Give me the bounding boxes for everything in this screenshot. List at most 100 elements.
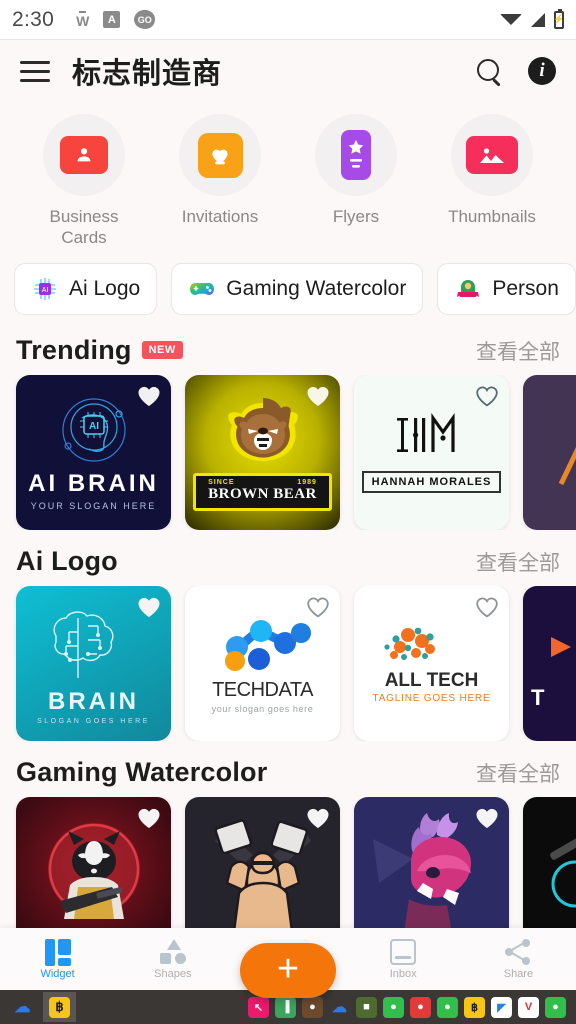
favorite-icon[interactable] (306, 385, 330, 407)
thumbnail-image-icon (466, 136, 518, 174)
nav-item-shapes[interactable]: Shapes (115, 928, 230, 990)
search-icon[interactable] (476, 58, 502, 84)
red-circle-icon[interactable]: ● (410, 996, 431, 1018)
tray-glyph: ◤ (497, 1001, 506, 1014)
section-header: Ai Logo 查看全部 (0, 532, 576, 586)
template-card-ai-brain[interactable]: AI AI BRAIN YOUR SLOGAN HERE (16, 374, 171, 530)
tray-glyph: ● (417, 1001, 424, 1013)
svg-text:AI: AI (42, 287, 49, 294)
flyer-star-icon (341, 130, 371, 180)
cloud-icon[interactable]: ☁ (329, 997, 350, 1018)
card-row-trending[interactable]: AI AI BRAIN YOUR SLOGAN HERE SINCE 1989 … (0, 374, 576, 530)
template-card-brown-bear[interactable]: SINCE 1989 BROWN BEAR (185, 374, 340, 530)
pink-app-icon[interactable]: ↖ (248, 996, 269, 1018)
nav-label: Inbox (389, 967, 417, 980)
ai-chip-icon: AI (31, 275, 59, 303)
hamburger-menu-icon[interactable] (20, 60, 50, 82)
tray-glyph: ■ (363, 1001, 370, 1013)
favorite-icon[interactable] (475, 807, 499, 829)
template-card-ai-logo-4[interactable]: T (523, 585, 576, 741)
card-title-strong: TECH (212, 678, 265, 701)
template-card-all-tech[interactable]: ALL TECH TAGLINE GOES HERE (354, 585, 509, 741)
taskbar-item-yellow-app[interactable]: ฿ (43, 992, 76, 1022)
battery-charging-icon: ⚡ (553, 8, 565, 29)
category-business-cards[interactable]: Business Cards (16, 114, 152, 249)
yellow-app-icon[interactable]: ฿ (464, 996, 485, 1018)
category-shortcuts: Business Cards Invitations Flyers Thumbn… (0, 102, 576, 253)
chip-label: Gaming Watercolor (226, 276, 407, 300)
app-yellow-icon: ฿ (49, 996, 70, 1018)
see-all-link-trending[interactable]: 查看全部 (476, 336, 560, 366)
section-title: Ai Logo (16, 545, 118, 576)
nav-item-share[interactable]: Share (461, 928, 576, 990)
category-icon-wrap (315, 114, 397, 196)
favorite-icon[interactable] (475, 385, 499, 407)
category-thumbnails[interactable]: Thumbnails (424, 114, 560, 249)
favorite-icon[interactable] (137, 385, 161, 407)
red-v-icon[interactable]: V (518, 996, 539, 1018)
card-slogan: TAGLINE GOES HERE (372, 692, 491, 704)
wifi-icon (500, 14, 522, 25)
green-grid-icon[interactable]: ▐ (275, 996, 296, 1018)
favorite-icon[interactable] (137, 596, 161, 618)
add-button[interactable]: + (240, 943, 336, 998)
app-bar: 标志制造商 i (0, 40, 576, 102)
template-card-techdata[interactable]: TECHDATA your slogan goes here (185, 585, 340, 741)
category-label: Business Cards (49, 207, 119, 248)
template-card-brain[interactable]: BRAIN SLOGAN GOES HERE (16, 585, 171, 741)
app-bar-actions: i (476, 57, 556, 85)
category-invitations[interactable]: Invitations (152, 114, 288, 249)
info-icon[interactable]: i (528, 57, 556, 85)
green-chat3-icon[interactable]: ● (545, 996, 566, 1018)
template-card-hannah-morales[interactable]: HANNAH MORALES (354, 374, 509, 530)
card-title: BRAIN (48, 687, 139, 715)
category-flyers[interactable]: Flyers (288, 114, 424, 249)
card-title: AI BRAIN (28, 469, 159, 497)
card-slogan: SLOGAN GOES HERE (37, 717, 150, 725)
taskbar-item-cloud-drive[interactable]: ☁ (6, 992, 39, 1022)
favorite-icon[interactable] (475, 596, 499, 618)
chip-person[interactable]: Person (437, 262, 576, 315)
cloud-glyph: ☁ (14, 999, 31, 1016)
green-chat-icon[interactable]: ● (383, 996, 404, 1018)
category-label: Thumbnails (448, 207, 536, 226)
see-all-link-gaming[interactable]: 查看全部 (476, 758, 560, 788)
favorite-icon[interactable] (306, 596, 330, 618)
tray-glyph: ● (552, 1001, 559, 1013)
card-title-light: DATA (264, 678, 314, 701)
cloud-drive-icon: ☁ (12, 997, 33, 1018)
taskbar-tray: ↖ ▐ ● ☁ ■ ● ● ● ฿ ◤ V ● (248, 996, 570, 1018)
template-card-trending-4[interactable] (523, 374, 576, 530)
green-chat2-icon[interactable]: ● (437, 996, 458, 1018)
see-all-link-ai-logo[interactable]: 查看全部 (476, 547, 560, 577)
section-ai-logo: Ai Logo 查看全部 BRAIN SLOGAN GOES HERE TECH… (0, 532, 576, 743)
chip-gaming-watercolor[interactable]: Gaming Watercolor (171, 262, 424, 315)
business-card-icon (60, 136, 108, 174)
camo-icon[interactable]: ■ (356, 996, 377, 1018)
share-icon (505, 938, 531, 965)
taskbar-pinned-apps: ☁ ฿ (6, 992, 76, 1022)
card-row-ai-logo[interactable]: BRAIN SLOGAN GOES HERE TECHDATA your slo… (0, 585, 576, 741)
nav-item-widget[interactable]: Widget (0, 928, 115, 990)
card-title: HANNAH MORALES (361, 470, 502, 493)
tray-glyph: ↖ (253, 1001, 264, 1014)
blue-flag-icon[interactable]: ◤ (491, 996, 512, 1018)
svg-text:AI: AI (89, 421, 99, 432)
card-slogan: your slogan goes here (211, 703, 314, 714)
tray-glyph: ☁ (332, 999, 347, 1016)
status-system-icons: ⚡ (500, 8, 565, 29)
favorite-icon[interactable] (306, 807, 330, 829)
avatar-icon[interactable]: ● (302, 996, 323, 1018)
favorite-icon[interactable] (137, 807, 161, 829)
card-title: BROWN BEAR (208, 486, 317, 502)
w-icon: W (76, 11, 90, 29)
inbox-icon (390, 938, 417, 965)
card-since: SINCE (208, 479, 235, 486)
signal-icon (531, 12, 545, 27)
nav-item-inbox[interactable]: Inbox (346, 928, 461, 990)
status-bar: 2:30 W A GO ⚡ (0, 0, 576, 40)
chip-ai-logo[interactable]: AI Ai Logo (14, 262, 158, 315)
tray-glyph: ● (309, 1001, 316, 1013)
chip-label: Ai Logo (69, 276, 141, 300)
tray-glyph: V (524, 1001, 533, 1013)
